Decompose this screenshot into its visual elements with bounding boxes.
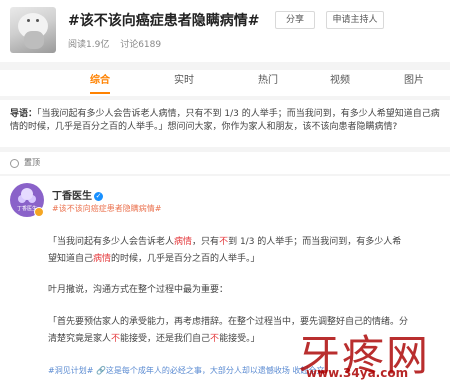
- tab-images[interactable]: 图片: [384, 70, 444, 96]
- share-button[interactable]: 分享: [275, 11, 315, 29]
- topic-header: #该不该向癌症患者隐瞒病情# 分享 申请主持人 阅读1.9亿 讨论6189: [0, 0, 450, 62]
- flower-icon: [21, 188, 33, 200]
- post-paragraph-1: 「当我问起有多少人会告诉老人病情，只有不到 1/3 的人举手；而当我问到，有多少…: [48, 234, 408, 268]
- tab-hot[interactable]: 热门: [238, 70, 298, 96]
- post-footer-links[interactable]: #洞见计划# 🔗这是每个成年人的必经之事，大部分人却以遗憾收场 收起全文: [48, 365, 324, 376]
- topic-title: #该不该向癌症患者隐瞒病情#: [68, 13, 260, 29]
- verified-badge-icon: [34, 207, 44, 217]
- highlight-text: 不: [219, 237, 229, 247]
- text-span: 能接受。」: [219, 334, 260, 344]
- highlight-text: 病: [174, 237, 184, 247]
- read-count: 阅读1.9亿: [68, 40, 110, 50]
- topic-stats: 阅读1.9亿 讨论6189: [68, 37, 169, 50]
- tab-realtime[interactable]: 实时: [154, 70, 214, 96]
- discussion-count: 讨论6189: [120, 40, 162, 50]
- apply-host-button[interactable]: 申请主持人: [326, 11, 384, 29]
- post-paragraph-2: 叶月撒说，沟通方式在整个过程中最为重要：: [48, 285, 229, 295]
- text-span: 的时候，几乎是百分之百的人举手。」: [111, 254, 260, 264]
- pinned-bar: 置顶: [0, 152, 450, 174]
- topic-guide: 导语：「当我问起有多少人会告诉老人病情，只有不到 1/3 的人举手；而当我问到，…: [0, 100, 450, 147]
- guide-label: 导语：: [10, 109, 38, 119]
- pinned-label: 置顶: [24, 158, 40, 167]
- highlight-text: 不: [111, 334, 121, 344]
- topic-cover-image: [10, 7, 56, 53]
- highlight-text: 情: [183, 237, 193, 247]
- author-name[interactable]: 丁香医生 ✓: [52, 187, 103, 202]
- text-span: 能接受，还是我们自己: [120, 334, 211, 344]
- tab-video[interactable]: 视频: [310, 70, 370, 96]
- pin-icon: [10, 159, 19, 168]
- author-name-text[interactable]: 丁香医生: [52, 191, 92, 202]
- highlight-text: 不: [210, 334, 220, 344]
- tab-bar: 综合 实时 热门 视频 图片: [0, 70, 450, 96]
- post-topic-tag[interactable]: #该不该向癌症患者隐瞒病情#: [52, 203, 161, 214]
- text-span: 「当我问起有多少人会告诉老人: [48, 237, 175, 247]
- verified-check-icon: ✓: [94, 192, 103, 201]
- highlight-text: 病情: [93, 254, 112, 264]
- guide-text: 「当我问起有多少人会告诉老人病情，只有不到 1/3 的人举手；而当我问到，有多少…: [10, 109, 440, 132]
- tab-comprehensive[interactable]: 综合: [70, 70, 130, 96]
- watermark-url: www.34ya.com: [306, 366, 409, 380]
- text-span: ，只有: [192, 237, 220, 247]
